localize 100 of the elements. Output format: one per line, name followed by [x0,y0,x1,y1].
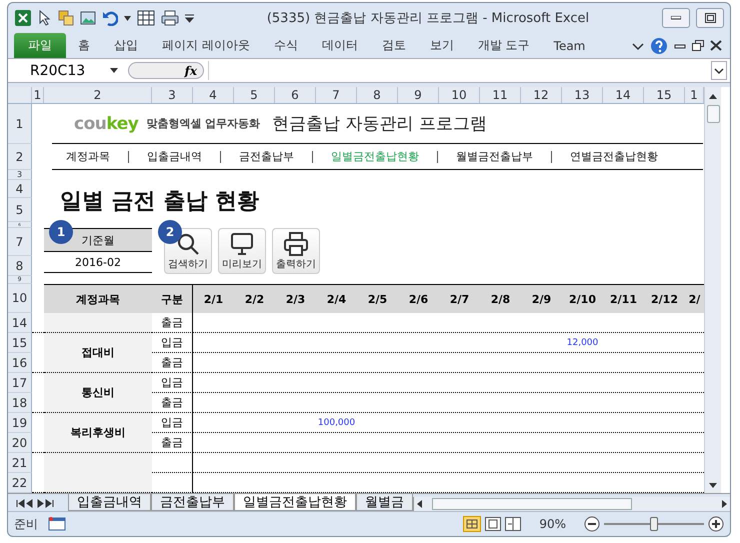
ribbon-tab[interactable]: 페이지 레이아웃 [150,33,262,58]
monitor-button[interactable]: 미리보기 [218,228,266,274]
column-header[interactable]: 11 [480,87,521,103]
ribbon-tab[interactable]: 검토 [370,33,418,58]
column-header[interactable]: 4 [193,87,234,103]
amount-cell: 12,000 [566,338,598,348]
sheet-tab[interactable]: 일별금전출납현황 [234,494,356,511]
status-text: 준비 [14,516,38,532]
ribbon-tab[interactable]: Team [542,33,598,58]
column-heading: 2/9 [532,292,552,306]
column-header[interactable]: 15 [644,87,685,103]
ribbon-tab[interactable]: 수식 [262,33,310,58]
row-header: 22 [8,473,32,493]
row-header[interactable]: 3 [8,170,32,180]
row-header: 16 [8,353,32,373]
caret-icon[interactable] [124,16,131,20]
sheet-icon[interactable] [48,517,66,531]
picture-icon[interactable] [80,10,96,26]
file-tab[interactable]: 파일 [14,33,66,58]
caret-icon[interactable] [632,40,644,50]
caret-icon[interactable] [110,68,118,73]
column-header[interactable]: 1 [32,87,44,103]
ribbon-tab[interactable]: 데이터 [310,33,370,58]
pointer-icon[interactable] [38,10,52,26]
table-icon[interactable] [137,10,155,26]
amount-cell: 100,000 [318,418,356,428]
nav-link[interactable]: 입출금내역 [147,149,220,164]
zoom-out-icon[interactable] [584,516,600,532]
zoom-thumb[interactable] [650,517,658,531]
row-header: 15 [8,333,32,353]
expand-icon[interactable] [711,61,727,80]
row-header: 20 [8,433,32,453]
sheet-tab[interactable]: 입출금내역 [68,494,151,511]
tagline: 맞춤형엑셀 업무자동화 [146,116,260,131]
printer-button[interactable]: 출력하기 [272,228,320,274]
row-header: 18 [8,393,32,413]
type-cell: 입금 [161,335,183,350]
undo-icon[interactable] [102,10,118,26]
page-layout-icon[interactable] [485,517,502,531]
row-header[interactable]: 2 [8,144,32,170]
normal-view-icon[interactable] [463,516,482,532]
column-heading: 2/4 [326,292,346,306]
column-header[interactable]: 13 [562,87,603,103]
excel-icon[interactable] [14,9,32,27]
base-month-field[interactable]: 2016-02 [44,251,152,273]
scroll-thumb[interactable] [706,105,720,123]
nav-link[interactable]: 계정과목 [66,149,128,164]
zoom-level[interactable]: 90% [539,517,566,531]
ribbon-tab[interactable]: 홈 [66,33,102,58]
row-header[interactable]: 7 [8,228,32,256]
column-header[interactable]: 3 [152,87,193,103]
printer-icon[interactable] [161,10,179,26]
type-cell: 출금 [161,355,183,370]
minimize-button[interactable] [662,8,690,28]
row-header: 21 [8,453,32,473]
name-box[interactable]: R20C13 [14,62,124,78]
column-header[interactable]: 2 [44,87,152,103]
row-header[interactable]: 1 [8,104,32,144]
row-header[interactable]: 8 [8,256,32,276]
sheet-tab[interactable]: 금전출납부 [151,494,234,511]
column-heading: 2/12 [651,292,678,306]
type-cell: 출금 [161,315,183,330]
nav-link[interactable]: 연별금전출납현황 [570,149,676,164]
column-header[interactable]: 6 [275,87,316,103]
customize-icon[interactable] [185,13,194,23]
zoom-in-icon[interactable] [708,516,724,532]
nav-link[interactable]: 금전출납부 [239,149,312,164]
row-header[interactable]: 4 [8,180,32,198]
column-header[interactable]: 5 [234,87,275,103]
column-header[interactable]: 8 [357,87,398,103]
sheet-tab[interactable]: 월별금 [356,494,413,511]
nav-link[interactable]: 월별금전출납부 [456,149,551,164]
page-heading: 일별 금전 출납 현황 [60,188,260,216]
ribbon-tab[interactable]: 보기 [418,33,466,58]
column-header[interactable]: 10 [439,87,480,103]
ribbon-tab[interactable]: 삽입 [102,33,150,58]
column-header[interactable]: 14 [603,87,644,103]
column-heading: 2/5 [368,292,388,306]
column-heading: 구분 [161,292,183,306]
insert-function-button[interactable]: fx [128,62,204,79]
column-heading: 2/11 [610,292,637,306]
minimize-icon[interactable] [674,42,686,50]
printer-icon [283,231,309,257]
account-cell: 접대비 [44,333,152,373]
column-header[interactable]: 9 [398,87,439,103]
column-heading: 2/10 [569,292,596,306]
column-header[interactable]: 7 [316,87,357,103]
restore-icon[interactable] [692,40,704,51]
step-badge: 2 [158,220,182,244]
page-break-icon[interactable] [505,517,522,531]
row-header[interactable]: 10 [8,284,32,313]
scroll-thumb[interactable] [432,498,632,510]
close-icon[interactable] [710,40,722,51]
row-header[interactable]: 5 [8,198,32,222]
column-header[interactable]: 12 [521,87,562,103]
ribbon-tab[interactable]: 개발 도구 [466,33,542,58]
row-header: 14 [8,313,32,333]
shapes-icon[interactable] [58,10,74,26]
maximize-button[interactable] [696,8,724,28]
help-icon[interactable] [650,36,668,54]
